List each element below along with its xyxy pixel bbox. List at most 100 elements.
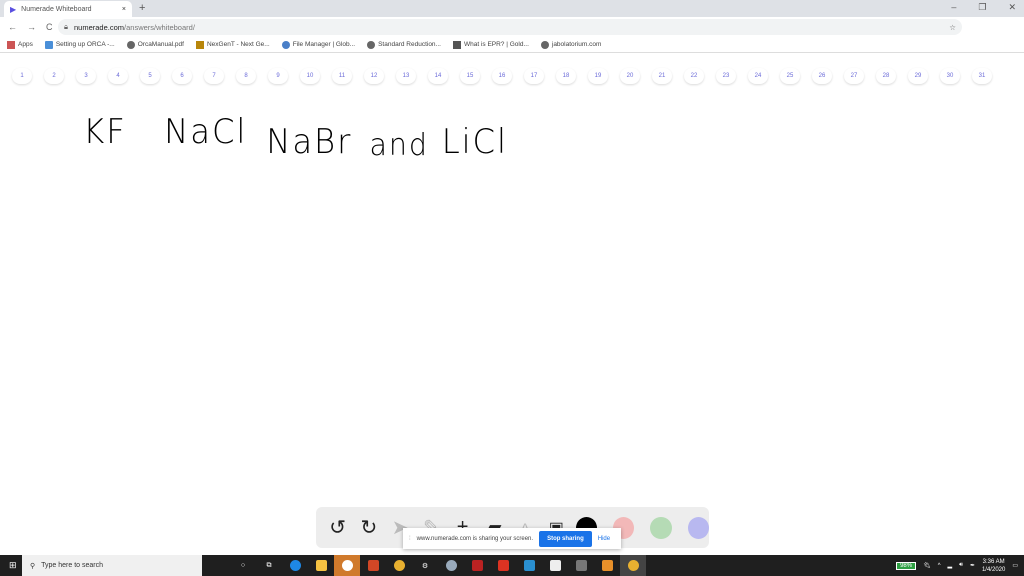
- page-31-button[interactable]: 31: [972, 68, 992, 84]
- page-30-button[interactable]: 30: [940, 68, 960, 84]
- page-10-button[interactable]: 10: [300, 68, 320, 84]
- whatsapp-icon[interactable]: [516, 555, 542, 576]
- tab-numerade[interactable]: ▶ Numerade Whiteboard ×: [4, 1, 132, 17]
- handwritten-word: and: [369, 128, 429, 163]
- page-29-button[interactable]: 29: [908, 68, 928, 84]
- bookmark[interactable]: NexGenT - Next Ge...: [195, 40, 270, 49]
- page-13-button[interactable]: 13: [396, 68, 416, 84]
- taskbar: ⊞ ⚲ Type here to search ○ ⧉ ⚙ 98% 🔌︎ ^ ▂ …: [0, 555, 1024, 576]
- notifications-icon[interactable]: ▭: [1012, 562, 1018, 569]
- star-icon[interactable]: ☆: [949, 23, 956, 32]
- page-19-button[interactable]: 19: [588, 68, 608, 84]
- page-27-button[interactable]: 27: [844, 68, 864, 84]
- page-11-button[interactable]: 11: [332, 68, 352, 84]
- sharing-message: www.numerade.com is sharing your screen.: [416, 535, 534, 542]
- page-5-button[interactable]: 5: [140, 68, 160, 84]
- lock-icon: 🔒︎: [64, 22, 68, 31]
- app-icon[interactable]: [594, 555, 620, 576]
- settings-icon[interactable]: ⚙: [412, 555, 438, 576]
- page-3-button[interactable]: 3: [76, 68, 96, 84]
- bookmark[interactable]: Standard Reduction...: [367, 40, 441, 49]
- page-2-button[interactable]: 2: [44, 68, 64, 84]
- edge-icon[interactable]: [282, 555, 308, 576]
- system-tray: 98% 🔌︎ ^ ▂ 🔊︎ ✒ 3:36 AM 1/4/2020 ▭: [896, 555, 1018, 576]
- minimize-button[interactable]: –: [951, 2, 956, 13]
- search-placeholder: Type here to search: [41, 562, 104, 569]
- page-18-button[interactable]: 18: [556, 68, 576, 84]
- color-blue[interactable]: [687, 516, 710, 539]
- page-20-button[interactable]: 20: [620, 68, 640, 84]
- network-icon[interactable]: ▂: [948, 562, 953, 569]
- handwritten-word: NaCl: [164, 112, 248, 152]
- url-input[interactable]: 🔒︎ numerade.com/answers/whiteboard/ ☆: [58, 19, 962, 35]
- bookmark[interactable]: jabolatorium.com: [540, 40, 601, 49]
- volume-icon[interactable]: 🔊︎: [959, 562, 963, 569]
- show-hidden-icon[interactable]: ^: [938, 563, 941, 569]
- page-21-button[interactable]: 21: [652, 68, 672, 84]
- whiteboard-app-icon[interactable]: [334, 555, 360, 576]
- windows-start-icon[interactable]: ⊞: [9, 560, 17, 571]
- cortana-icon[interactable]: ○: [230, 555, 256, 576]
- powerpoint-icon[interactable]: [360, 555, 386, 576]
- forward-icon[interactable]: →: [27, 22, 36, 32]
- chrome-active-icon[interactable]: [620, 555, 646, 576]
- page-15-button[interactable]: 15: [460, 68, 480, 84]
- handwritten-word: KF: [83, 112, 127, 152]
- clock[interactable]: 3:36 AM 1/4/2020: [982, 558, 1005, 574]
- handwritten-word: LiCl: [441, 122, 508, 162]
- photos-icon[interactable]: [542, 555, 568, 576]
- bookmark[interactable]: OrcaManual.pdf: [126, 40, 184, 49]
- app-icon[interactable]: [568, 555, 594, 576]
- time: 3:36 AM: [982, 558, 1005, 565]
- page-28-button[interactable]: 28: [876, 68, 896, 84]
- tab-bar: ▶ Numerade Whiteboard × + – ❐ ✕: [0, 0, 1024, 17]
- app-icon[interactable]: [464, 555, 490, 576]
- hide-button[interactable]: Hide: [598, 536, 610, 542]
- bookmark-apps[interactable]: Apps: [7, 40, 33, 49]
- page-17-button[interactable]: 17: [524, 68, 544, 84]
- restore-button[interactable]: ❐: [978, 2, 986, 13]
- numerade-logo-icon: ▶: [10, 4, 17, 14]
- stop-sharing-button[interactable]: Stop sharing: [539, 530, 592, 547]
- address-bar: ← → C 🔒︎ numerade.com/answers/whiteboard/ …: [0, 17, 1024, 37]
- page-14-button[interactable]: 14: [428, 68, 448, 84]
- close-tab-icon[interactable]: ×: [122, 6, 126, 13]
- pen-tray-icon[interactable]: ✒: [970, 562, 975, 569]
- paint-icon[interactable]: [438, 555, 464, 576]
- url-host: numerade.com: [74, 22, 125, 32]
- page-26-button[interactable]: 26: [812, 68, 832, 84]
- page-7-button[interactable]: 7: [204, 68, 224, 84]
- acrobat-icon[interactable]: [490, 555, 516, 576]
- drag-handle-icon[interactable]: ⁞: [409, 536, 411, 542]
- power-icon[interactable]: 🔌︎: [923, 562, 931, 569]
- page-1-button[interactable]: 1: [12, 68, 32, 84]
- file-explorer-icon[interactable]: [308, 555, 334, 576]
- bookmark[interactable]: File Manager | Glob...: [281, 40, 355, 49]
- page-4-button[interactable]: 4: [108, 68, 128, 84]
- page-25-button[interactable]: 25: [780, 68, 800, 84]
- close-window-button[interactable]: ✕: [1008, 2, 1016, 13]
- redo-icon[interactable]: ↻: [357, 516, 380, 540]
- chrome-icon[interactable]: [386, 555, 412, 576]
- page-16-button[interactable]: 16: [492, 68, 512, 84]
- new-tab-button[interactable]: +: [139, 2, 145, 14]
- page-8-button[interactable]: 8: [236, 68, 256, 84]
- taskbar-search[interactable]: ⚲ Type here to search: [22, 555, 202, 576]
- page-6-button[interactable]: 6: [172, 68, 192, 84]
- page-22-button[interactable]: 22: [684, 68, 704, 84]
- apps-grid-icon: [7, 40, 15, 49]
- back-icon[interactable]: ←: [8, 22, 17, 32]
- task-view-icon[interactable]: ⧉: [256, 555, 282, 576]
- page-9-button[interactable]: 9: [268, 68, 288, 84]
- color-green[interactable]: [650, 516, 672, 539]
- battery-indicator[interactable]: 98%: [896, 561, 917, 570]
- page-23-button[interactable]: 23: [716, 68, 736, 84]
- bookmark[interactable]: What is EPR? | Gold...: [452, 40, 529, 49]
- undo-icon[interactable]: ↺: [326, 516, 349, 540]
- screen-sharing-bar: ⁞ www.numerade.com is sharing your scree…: [403, 528, 621, 549]
- page-24-button[interactable]: 24: [748, 68, 768, 84]
- reload-icon[interactable]: C: [46, 22, 53, 32]
- page-12-button[interactable]: 12: [364, 68, 384, 84]
- url-path: /answers/whiteboard/: [124, 22, 195, 32]
- bookmark[interactable]: Setting up ORCA -...: [44, 40, 115, 49]
